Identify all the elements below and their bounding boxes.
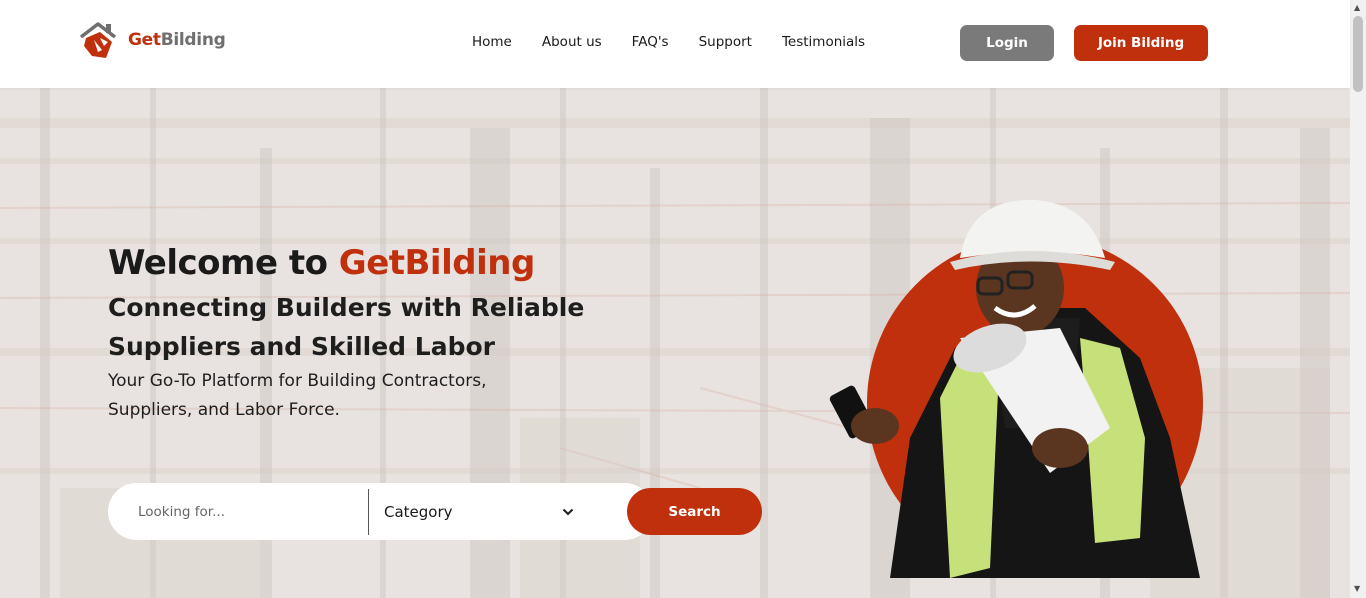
hero-title-prefix: Welcome to xyxy=(108,243,339,283)
login-button[interactable]: Login xyxy=(960,25,1054,61)
search-divider xyxy=(368,489,369,535)
hero-section: Welcome to GetBilding Connecting Builder… xyxy=(0,88,1350,598)
nav-about-us[interactable]: About us xyxy=(542,34,602,50)
nav-testimonials[interactable]: Testimonials xyxy=(782,34,865,50)
hero-description: Your Go-To Platform for Building Contrac… xyxy=(108,371,487,420)
brand-name: GetBilding xyxy=(128,30,226,50)
join-button[interactable]: Join Bilding xyxy=(1074,25,1208,61)
hero-worker-image xyxy=(820,198,1220,598)
chevron-down-icon xyxy=(562,508,574,515)
scroll-up-arrow-icon[interactable]: ▲ xyxy=(1354,4,1360,12)
hero-title: Welcome to GetBilding xyxy=(108,243,535,283)
house-logo-icon xyxy=(78,20,118,60)
scrollbar-thumb[interactable] xyxy=(1353,16,1363,92)
category-select[interactable]: Category xyxy=(384,483,574,540)
category-select-label: Category xyxy=(384,502,453,521)
brand-logo[interactable]: GetBilding xyxy=(78,20,226,60)
search-input[interactable] xyxy=(138,483,358,540)
brand-name-rest: Bilding xyxy=(160,30,226,50)
search-bar: Category xyxy=(108,483,653,540)
scroll-down-arrow-icon[interactable]: ▼ xyxy=(1354,585,1360,593)
site-header: GetBilding Home About us FAQ's Support T… xyxy=(0,0,1350,88)
brand-name-accent: Get xyxy=(128,30,161,50)
nav-support[interactable]: Support xyxy=(699,34,752,50)
hero-subtitle: Connecting Builders with Reliable Suppli… xyxy=(108,293,585,361)
nav-faqs[interactable]: FAQ's xyxy=(632,34,669,50)
nav-home[interactable]: Home xyxy=(472,34,512,50)
main-nav: Home About us FAQ's Support Testimonials xyxy=(472,34,865,50)
hero-title-accent: GetBilding xyxy=(338,243,535,283)
page-scrollbar[interactable]: ▲ ▼ xyxy=(1350,0,1366,598)
search-button[interactable]: Search xyxy=(627,488,762,535)
